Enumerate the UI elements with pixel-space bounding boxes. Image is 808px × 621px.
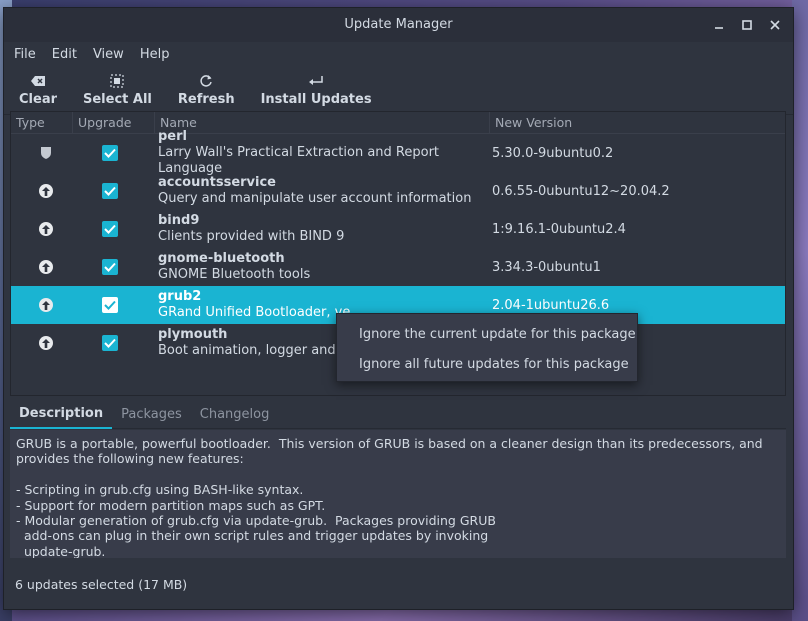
package-name: bind9 [158,213,200,228]
upgrade-checkbox[interactable] [102,221,118,237]
select-all-label: Select All [83,92,152,107]
package-name: perl [158,129,187,144]
upgrade-checkbox[interactable] [102,259,118,275]
title-bar[interactable]: Update Manager [4,8,793,42]
type-cell [11,184,81,198]
ignore-current-update-item[interactable]: Ignore the current update for this packa… [337,319,637,349]
tab-packages[interactable]: Packages [112,399,191,429]
upgrade-cell [81,221,139,237]
select-all-icon [110,74,125,88]
package-row[interactable]: gnome-bluetooth GNOME Bluetooth tools 3.34… [11,248,785,286]
checkmark-icon [104,262,116,272]
upgrade-cell [81,335,139,351]
upgrade-arrow-icon [39,260,53,274]
package-description: Query and manipulate user account inform… [158,191,472,206]
minimize-icon [715,27,723,29]
package-name: gnome-bluetooth [158,251,285,266]
security-shield-icon [41,147,51,159]
upgrade-cell [81,145,139,161]
maximize-button[interactable] [735,13,759,37]
package-name: grub2 [158,289,202,304]
package-version: 2.04-1ubuntu26.6 [492,297,610,313]
checkmark-icon [104,338,116,348]
upgrade-checkbox[interactable] [102,297,118,313]
refresh-button[interactable]: Refresh [168,66,245,107]
backspace-clear-icon [31,76,45,86]
name-cell: gnome-bluetooth GNOME Bluetooth tools [139,251,476,283]
name-cell: accountsservice Query and manipulate user… [139,175,476,207]
package-version: 5.30.0-9ubuntu0.2 [492,145,614,161]
upgrade-arrow-icon [39,184,53,198]
checkmark-icon [104,186,116,196]
upgrade-checkbox[interactable] [102,335,118,351]
type-cell [11,298,81,312]
name-cell: perl Larry Wall's Practical Extraction an… [139,129,476,177]
tab-description[interactable]: Description [10,399,113,429]
type-cell [11,222,81,236]
maximize-icon [742,20,752,30]
tab-changelog[interactable]: Changelog [191,399,279,429]
menu-view[interactable]: View [92,47,132,62]
checkmark-icon [104,300,116,310]
menu-bar: File Edit View Help [4,42,793,66]
minimize-button[interactable] [707,13,731,37]
package-description: GNOME Bluetooth tools [158,267,311,282]
refresh-icon [200,75,212,87]
refresh-label: Refresh [177,92,235,107]
upgrade-checkbox[interactable] [102,145,118,161]
name-cell: bind9 Clients provided with BIND 9 [139,213,476,245]
clear-button[interactable]: Clear [9,66,67,107]
checkmark-icon [104,148,116,158]
type-cell [11,260,81,274]
package-row[interactable]: bind9 Clients provided with BIND 9 1:9.16.… [11,210,785,248]
ignore-future-updates-item[interactable]: Ignore all future updates for this packa… [337,349,637,379]
close-icon [770,20,780,30]
clear-label: Clear [19,92,57,107]
package-row[interactable]: perl Larry Wall's Practical Extraction an… [11,129,785,176]
desktop-wallpaper-right [792,0,808,621]
package-row[interactable]: accountsservice Query and manipulate user… [11,172,785,210]
details-tabs: Description Packages Changelog [10,399,786,429]
package-version: 3.34.3-0ubuntu1 [492,259,601,275]
menu-edit[interactable]: Edit [51,47,85,62]
window-title: Update Manager [344,17,453,32]
description-text: GRUB is a portable, powerful bootloader.… [10,430,786,558]
install-updates-button[interactable]: Install Updates [251,66,382,107]
menu-file[interactable]: File [13,47,44,62]
select-all-button[interactable]: Select All [73,66,162,107]
type-cell [11,336,81,350]
package-description: Clients provided with BIND 9 [158,229,345,244]
upgrade-arrow-icon [39,222,53,236]
upgrade-checkbox[interactable] [102,183,118,199]
upgrade-arrow-icon [39,298,53,312]
upgrade-cell [81,183,139,199]
package-version: 1:9.16.1-0ubuntu2.4 [492,221,626,237]
checkmark-icon [104,224,116,234]
upgrade-cell [81,259,139,275]
package-name: accountsservice [158,175,276,190]
enter-return-icon [309,76,323,85]
package-version: 0.6.55-0ubuntu12~20.04.2 [492,183,670,199]
type-cell [11,146,81,160]
column-type[interactable]: Type [11,111,73,134]
menu-help[interactable]: Help [139,47,178,62]
context-menu: Ignore the current update for this packa… [336,313,638,382]
column-new-version[interactable]: New Version [490,112,785,134]
install-updates-label: Install Updates [260,92,372,107]
status-text: 6 updates selected (17 MB) [15,577,188,592]
toolbar: Clear Select All Refresh Install Updates [4,66,793,115]
upgrade-arrow-icon [39,336,53,350]
close-button[interactable] [763,13,787,37]
upgrade-cell [81,297,139,313]
